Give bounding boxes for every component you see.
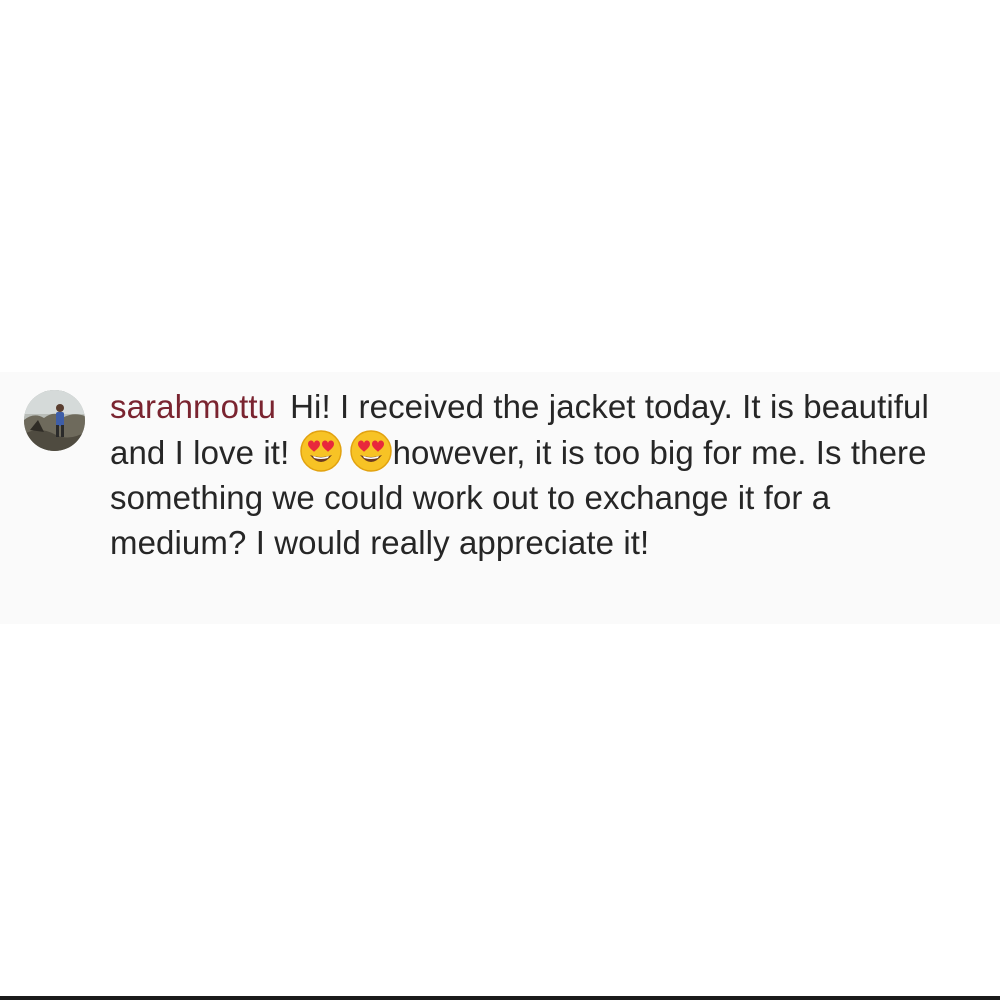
heart-eyes-emoji-icon: [349, 430, 392, 472]
bottom-divider: [0, 996, 1000, 1000]
page: sarahmottu Hi! I received the jacket toda…: [0, 0, 1000, 1000]
comment-username[interactable]: sarahmottu: [110, 388, 276, 425]
comment-text: sarahmottu Hi! I received the jacket toda…: [110, 384, 970, 565]
avatar-photo: [24, 390, 85, 451]
heart-eyes-emoji-icon: [299, 430, 342, 472]
avatar[interactable]: [24, 390, 85, 451]
